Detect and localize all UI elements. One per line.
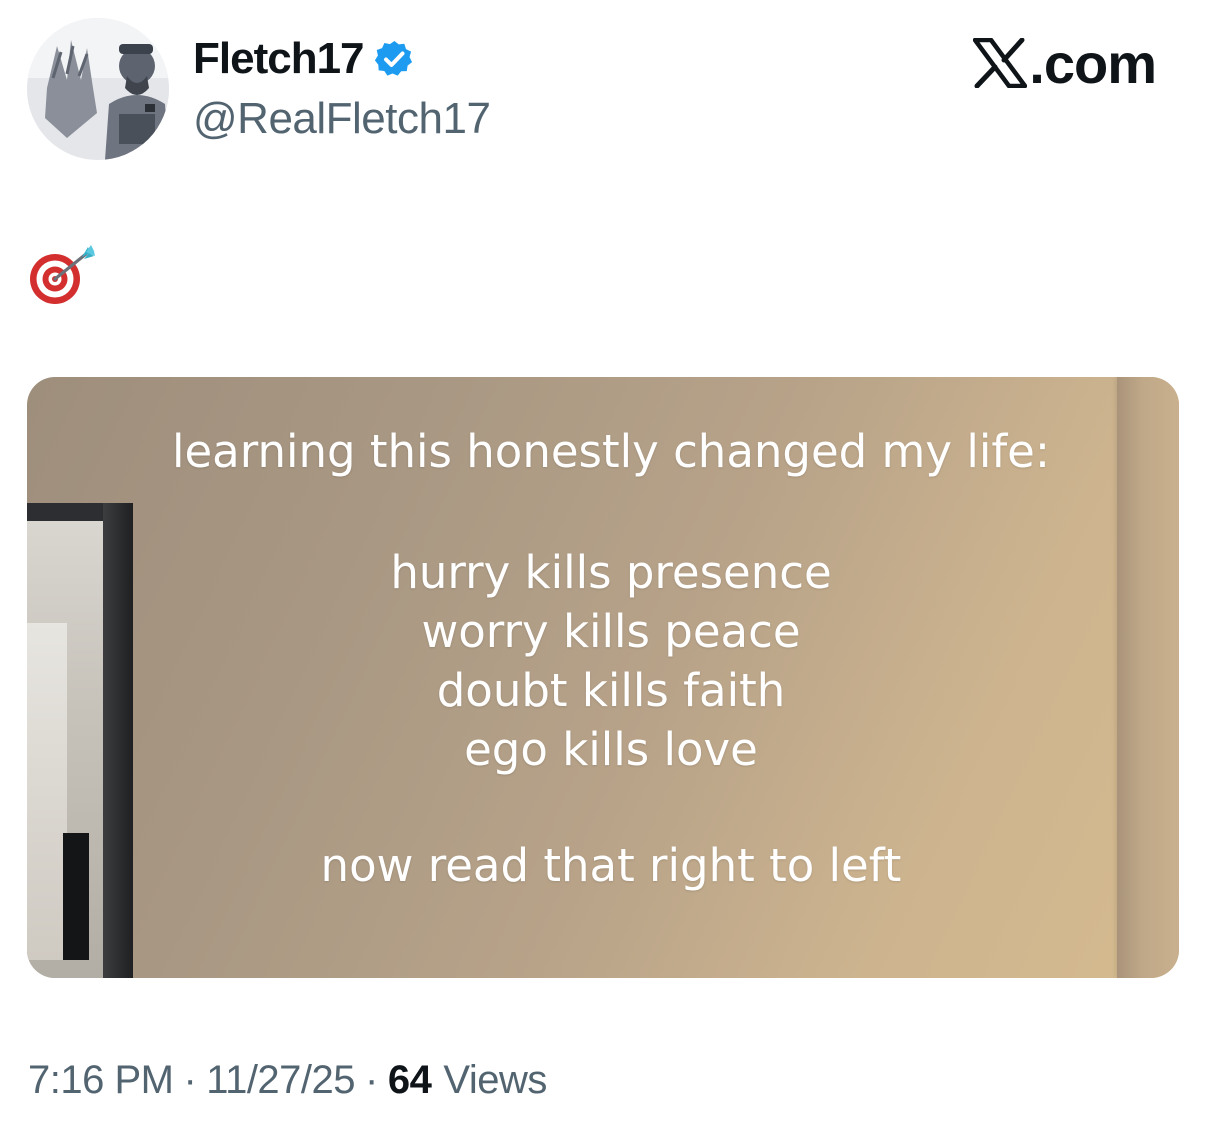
brand-suffix: .com bbox=[1029, 31, 1157, 95]
author-handle[interactable]: @RealFletch17 bbox=[193, 94, 491, 144]
quote-line: worry kills peace bbox=[421, 605, 801, 658]
avatar[interactable] bbox=[27, 18, 169, 160]
tweet-header: Fletch17 @RealFletch17 .com bbox=[0, 0, 1206, 180]
tweet-text bbox=[28, 244, 108, 306]
avatar-image bbox=[27, 18, 169, 160]
brand-logo[interactable]: .com bbox=[973, 31, 1157, 95]
author-name-row: Fletch17 bbox=[193, 33, 414, 85]
quote-line: doubt kills faith bbox=[436, 664, 786, 717]
quote-line: hurry kills presence bbox=[390, 546, 832, 599]
tweet-time[interactable]: 7:16 PM bbox=[28, 1058, 174, 1103]
media-quote-lines: hurry kills presence worry kills peace d… bbox=[81, 543, 1141, 779]
tweet-date[interactable]: 11/27/25 bbox=[206, 1058, 355, 1103]
views-label: Views bbox=[443, 1057, 547, 1102]
meta-separator: · bbox=[183, 1057, 197, 1102]
display-name[interactable]: Fletch17 bbox=[193, 34, 365, 84]
direct-hit-emoji-icon bbox=[30, 245, 95, 304]
verified-badge-icon bbox=[374, 40, 412, 76]
tweet-metadata: 7:16 PM · 11/27/25 · 64 Views bbox=[28, 1054, 547, 1106]
tweet-media-image[interactable]: learning this honestly changed my life: … bbox=[27, 377, 1179, 978]
quote-line: ego kills love bbox=[464, 723, 758, 776]
views-count[interactable]: 64 bbox=[388, 1058, 432, 1103]
media-headline: learning this honestly changed my life: bbox=[171, 425, 1051, 478]
media-footer: now read that right to left bbox=[320, 839, 902, 892]
x-logo-icon bbox=[973, 38, 1028, 88]
meta-separator: · bbox=[365, 1057, 378, 1102]
